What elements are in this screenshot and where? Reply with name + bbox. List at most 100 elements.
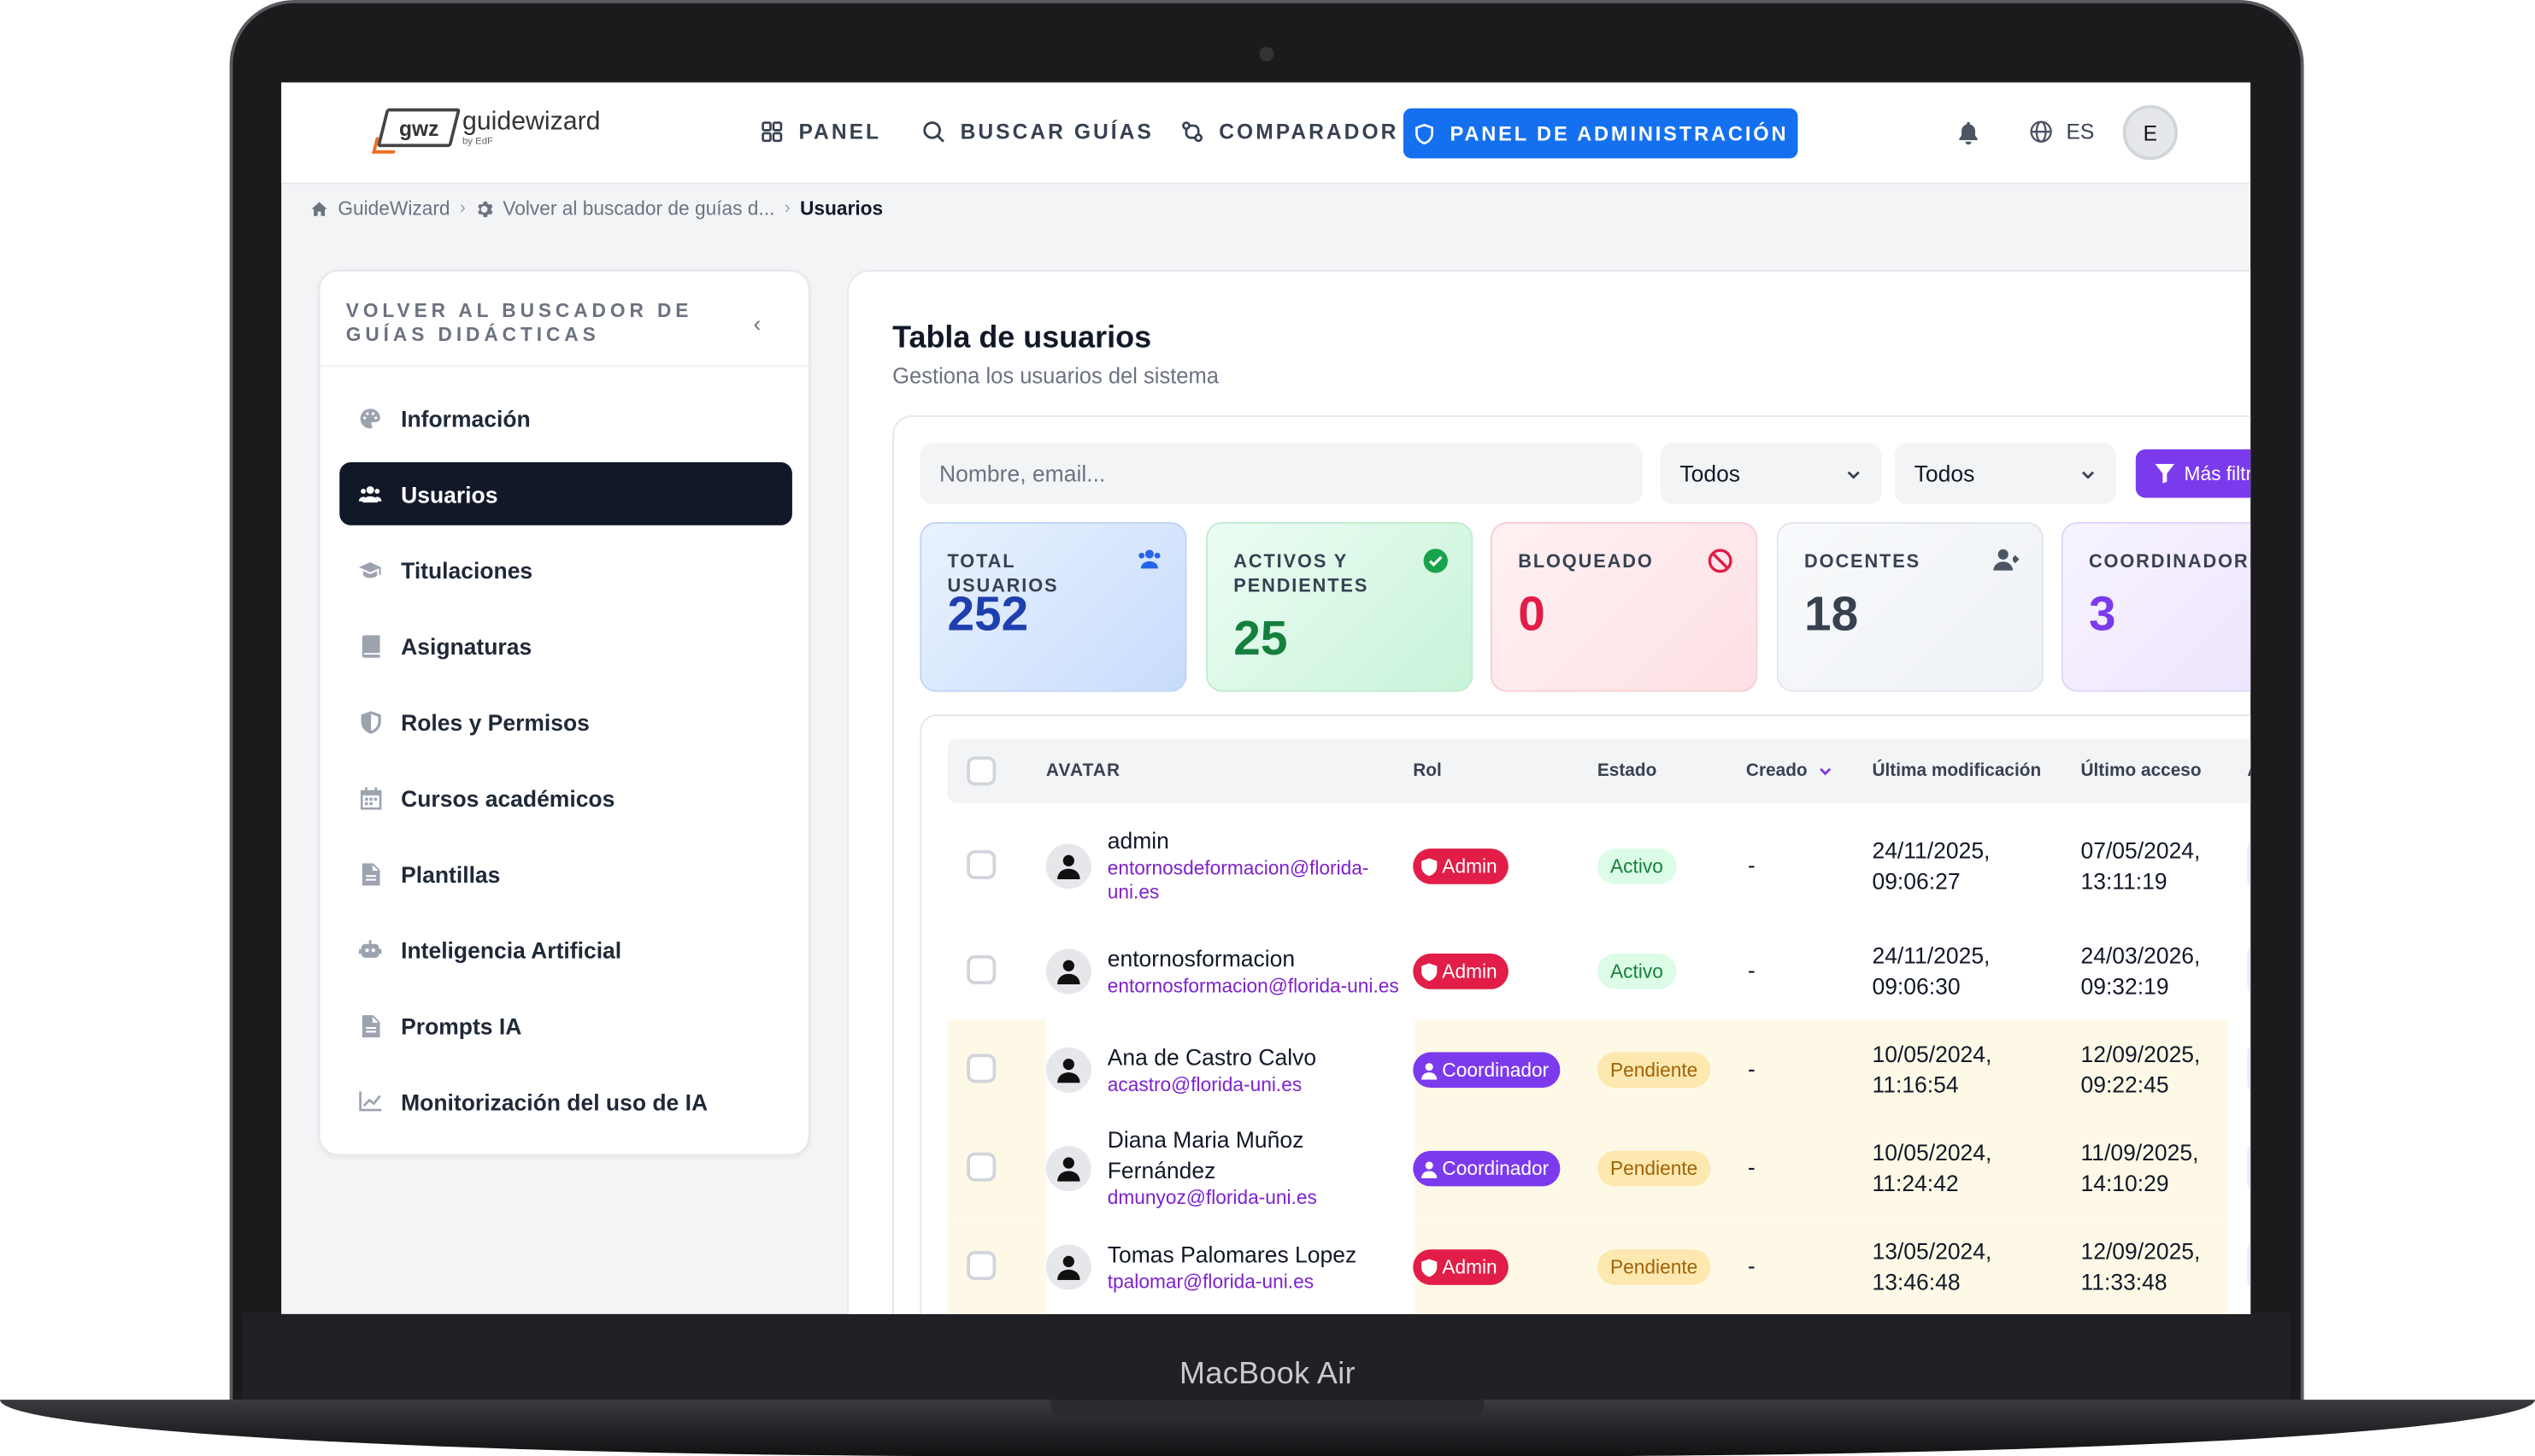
device-frame: MacBook Air gwz guidewizard by EdF PANEL…	[0, 0, 2535, 1456]
robot-icon	[358, 938, 382, 960]
stat-value: 3	[2088, 588, 2116, 642]
chevron-left-icon[interactable]: ‹	[753, 310, 761, 336]
col-extra: A	[2247, 761, 2250, 781]
stat-docentes: DOCENTES 18	[1776, 521, 2044, 692]
stat-label: BLOQUEADO	[1518, 552, 1654, 572]
sidebar-item-asignaturas[interactable]: Asignaturas	[339, 614, 792, 678]
filter-select-value: Todos	[1679, 461, 1741, 487]
user-email[interactable]: entornosformacion@florida-uni.es	[1108, 974, 1399, 998]
bell-icon[interactable]	[1956, 120, 1980, 154]
nav-comparador-label: COMPARADOR	[1219, 119, 1399, 144]
last-access-cell: 24/03/2026, 09:32:19	[2080, 942, 2201, 1000]
filter-select-2[interactable]: Todos	[1894, 443, 2117, 505]
sidebar-item-label: Roles y Permisos	[401, 708, 590, 735]
stat-activos-pendientes: ACTIVOS Y PENDIENTES 25	[1206, 521, 1473, 692]
last-access-cell: 11/09/2025, 14:10:29	[2080, 1139, 2199, 1196]
users-icon	[358, 483, 382, 505]
row-checkbox[interactable]	[967, 954, 997, 984]
sidebar-item-informacion[interactable]: Información	[339, 386, 792, 449]
col-estado[interactable]: Estado	[1597, 761, 1656, 781]
role-badge: Coordinador	[1413, 1052, 1561, 1089]
sidebar-item-prompts[interactable]: Prompts IA	[339, 994, 792, 1057]
user-name: entornosformacion	[1107, 944, 1296, 971]
row-checkbox[interactable]	[967, 1251, 997, 1281]
more-filters-button[interactable]: Más filtr	[2135, 449, 2251, 498]
col-ultimo-acceso[interactable]: Último acceso	[2080, 761, 2201, 781]
table-row[interactable]: Diana Maria Muñoz Fernández dmunyoz@flor…	[947, 1118, 2251, 1218]
row-action-button[interactable]	[2247, 1043, 2251, 1093]
row-action-button[interactable]	[2247, 1142, 2251, 1192]
table-header: AVATAR Rol Estado Creado Última modifica…	[947, 738, 2251, 804]
sidebar-item-plantillas[interactable]: Plantillas	[339, 842, 792, 906]
person-icon	[1045, 1145, 1091, 1191]
search-input[interactable]	[920, 443, 1643, 505]
gear-icon	[478, 200, 493, 217]
nav-comparador[interactable]: COMPARADOR	[1180, 120, 1399, 144]
filter-icon	[2155, 463, 2175, 484]
row-action-button[interactable]	[2247, 945, 2251, 995]
language-selector[interactable]: ES	[2029, 120, 2094, 144]
user-email[interactable]: tpalomar@florida-uni.es	[1108, 1270, 1356, 1294]
row-action-button[interactable]	[2247, 1241, 2251, 1290]
sidebar-item-label: Plantillas	[401, 860, 501, 887]
status-badge: Pendiente	[1597, 1150, 1711, 1187]
table-row[interactable]: Ana de Castro Calvo acastro@florida-uni.…	[947, 1019, 2251, 1118]
sidebar-item-usuarios[interactable]: Usuarios	[339, 461, 792, 525]
user-cell: Diana Maria Muñoz Fernández dmunyoz@flor…	[1045, 1118, 1415, 1218]
row-action-button[interactable]	[2247, 840, 2251, 889]
sidebar-item-ia[interactable]: Inteligencia Artificial	[339, 918, 792, 981]
user-cell: entornosformacion entornosformacion@flor…	[1045, 921, 1415, 1019]
sort-desc-icon	[1819, 767, 1831, 776]
user-avatar[interactable]: E	[2122, 104, 2178, 161]
guidewizard-logo[interactable]: gwz guidewizard by EdF	[376, 108, 601, 148]
user-email[interactable]: acastro@florida-uni.es	[1108, 1072, 1316, 1096]
person-icon	[1045, 1243, 1091, 1289]
sidebar-item-titulaciones[interactable]: Titulaciones	[339, 538, 792, 602]
user-name: Ana de Castro Calvo	[1107, 1043, 1317, 1070]
sidebar-item-label: Asignaturas	[401, 632, 532, 659]
filter-select-1[interactable]: Todos	[1660, 443, 1882, 505]
user-email[interactable]: dmunyoz@florida-uni.es	[1108, 1186, 1383, 1210]
sidebar-item-label: Usuarios	[401, 480, 498, 508]
breadcrumb-home[interactable]: GuideWizard	[338, 197, 450, 220]
stat-coordinadores: COORDINADORES 3	[2061, 521, 2251, 692]
person-icon	[1045, 948, 1091, 994]
webcam	[1259, 46, 1274, 62]
col-ultima-modificacion[interactable]: Última modificación	[1872, 761, 2041, 781]
status-badge: Activo	[1597, 954, 1676, 989]
admin-panel-button[interactable]: PANEL DE ADMINISTRACIÓN	[1403, 108, 1798, 159]
user-tie-icon	[1993, 548, 2020, 578]
created-cell: -	[1747, 956, 1756, 983]
table-row[interactable]: admin entornosdeformacion@florida-uni.es…	[947, 816, 2251, 914]
user-name: Diana Maria Muñoz Fernández	[1107, 1126, 1304, 1183]
user-email[interactable]: entornosdeformacion@florida-uni.es	[1108, 857, 1415, 906]
row-checkbox[interactable]	[967, 1054, 997, 1083]
logo-mark: gwz	[376, 108, 462, 148]
sidebar-item-monitorizacion[interactable]: Monitorización del uso de IA	[339, 1070, 792, 1133]
sidebar-header[interactable]: VOLVER AL BUSCADOR DE GUÍAS DIDÁCTICAS	[346, 299, 702, 348]
breadcrumb-separator: ›	[459, 198, 466, 219]
row-checkbox[interactable]	[967, 1152, 997, 1182]
col-creado[interactable]: Creado	[1746, 761, 1833, 781]
breadcrumb-back[interactable]: Volver al buscador de guías d...	[503, 197, 774, 220]
select-all-checkbox[interactable]	[967, 756, 997, 786]
more-filters-label: Más filtr	[2184, 461, 2251, 485]
person-icon	[1045, 1046, 1091, 1092]
admin-panel-label: PANEL DE ADMINISTRACIÓN	[1450, 121, 1789, 145]
created-cell: -	[1747, 1252, 1756, 1279]
table-row[interactable]: entornosformacion entornosformacion@flor…	[947, 921, 2251, 1019]
sidebar-item-label: Monitorización del uso de IA	[401, 1088, 709, 1115]
nav-buscar-label: BUSCAR GUÍAS	[960, 119, 1154, 144]
table-row[interactable]: Tomas Palomares Lopez tpalomar@florida-u…	[947, 1217, 2251, 1314]
last-access-cell: 07/05/2024, 13:11:19	[2080, 837, 2201, 895]
admin-sidebar: VOLVER AL BUSCADOR DE GUÍAS DIDÁCTICAS ‹…	[318, 269, 810, 1156]
users-main-card: Tabla de usuarios Gestiona los usuarios …	[847, 269, 2251, 1314]
nav-panel[interactable]: PANEL	[760, 120, 881, 144]
row-checkbox[interactable]	[967, 849, 997, 880]
user-cell: admin entornosdeformacion@florida-uni.es	[1045, 816, 1415, 914]
nav-buscar-guias[interactable]: BUSCAR GUÍAS	[921, 120, 1154, 144]
sidebar-item-cursos[interactable]: Cursos académicos	[339, 766, 792, 830]
col-rol[interactable]: Rol	[1413, 761, 1442, 781]
sidebar-item-roles[interactable]: Roles y Permisos	[339, 690, 792, 754]
user-cell: Tomas Palomares Lopez tpalomar@florida-u…	[1045, 1217, 1415, 1314]
